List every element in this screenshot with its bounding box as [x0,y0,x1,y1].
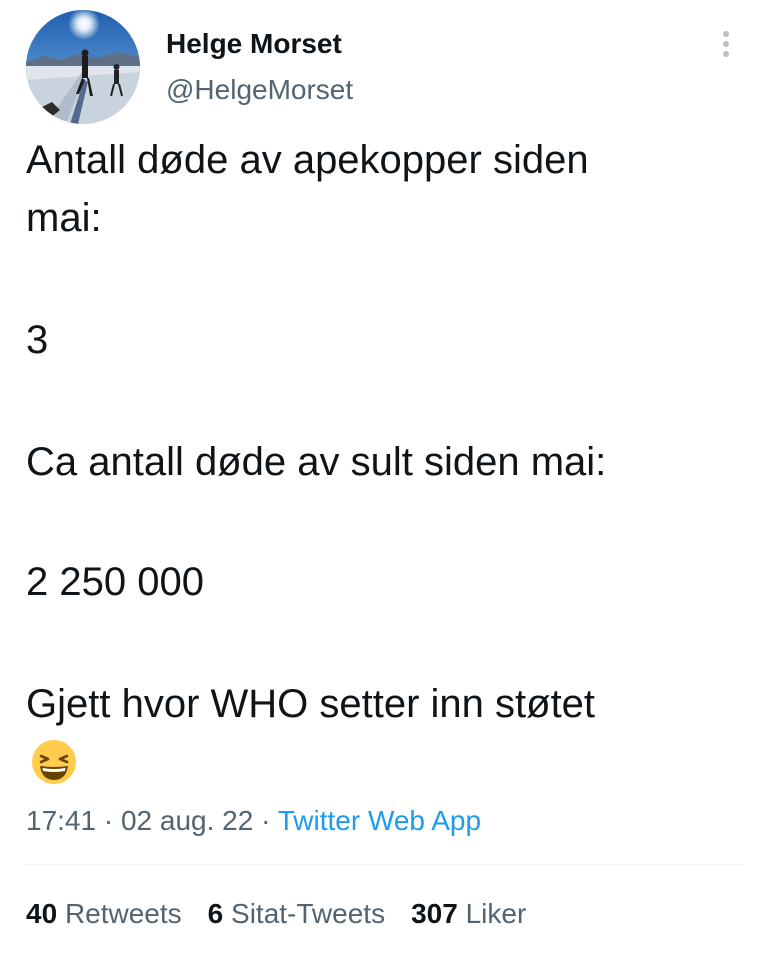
likes-stat[interactable]: 307 Liker [411,896,526,932]
meta-separator: · [103,805,114,836]
retweets-count: 40 [26,898,58,929]
author-handle[interactable]: @HelgeMorset [166,72,353,108]
tweet-text-line: 3 [26,318,49,362]
quote-tweets-label: Sitat-Tweets [231,898,386,929]
tweet-time[interactable]: 17:41 [26,805,96,836]
likes-label: Liker [465,898,527,929]
author-name[interactable]: Helge Morset [166,26,342,62]
tweet-text-line: 2 250 000 [26,560,204,604]
likes-count: 307 [411,898,458,929]
quote-tweets-stat[interactable]: 6 Sitat-Tweets [208,896,385,932]
engagement-stats: 40 Retweets 6 Sitat-Tweets 307 Liker [26,896,552,932]
avatar-photo [26,10,140,124]
more-dots-vertical-icon [723,31,729,57]
tweet-text-line: Ca antall døde av sult siden mai: [26,440,607,484]
tweet-text-line: Antall døde av apekopper siden [26,138,589,182]
quote-tweets-count: 6 [207,898,224,929]
tweet-text-line: mai: [26,196,102,240]
grinning-squinting-face-emoji [30,738,78,786]
tweet-card: Helge Morset @HelgeMorset Antall døde av… [0,0,768,960]
tweet-text-line: Gjett hvor WHO setter inn støtet [26,682,596,726]
tweet-date[interactable]: 02 aug. 22 [121,805,253,836]
more-options-button[interactable] [712,24,740,64]
divider [26,864,742,865]
tweet-source-link[interactable]: Twitter Web App [278,805,481,836]
retweets-stat[interactable]: 40 Retweets [26,896,182,932]
author-avatar[interactable] [26,10,140,124]
tweet-meta: 17:41 · 02 aug. 22 · Twitter Web App [26,803,481,839]
retweets-label: Retweets [64,898,182,929]
